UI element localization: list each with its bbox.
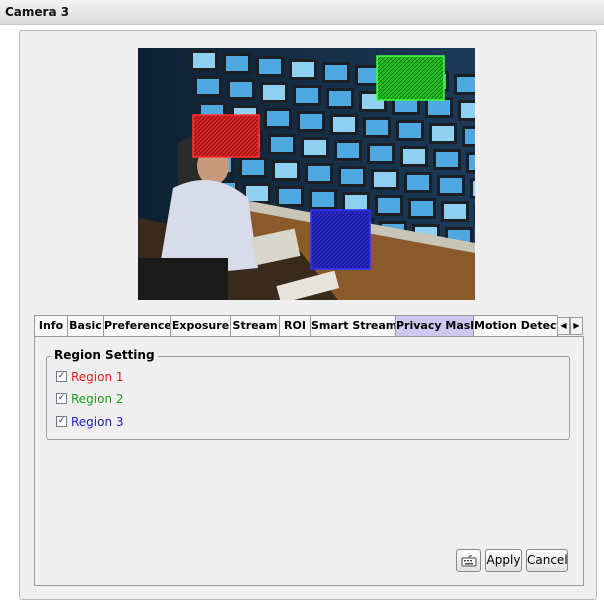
monitor-screen <box>197 79 219 94</box>
monitor-frame <box>474 204 475 225</box>
region-3-checkbox[interactable]: ✓ <box>56 416 67 427</box>
tab-motion-detection[interactable]: Motion Detecti <box>473 315 558 336</box>
keyboard-button[interactable] <box>456 549 481 572</box>
monitor-screen <box>271 137 293 152</box>
camera-preview[interactable] <box>138 48 475 300</box>
cancel-button[interactable]: Cancel <box>526 549 568 572</box>
tab-privacy-mask[interactable]: Privacy Mask <box>395 315 474 337</box>
monitor-screen <box>428 100 450 115</box>
monitor-screen <box>378 198 400 213</box>
monitor-screen <box>246 186 268 201</box>
monitor-screen <box>312 192 334 207</box>
monitor-screen <box>279 189 301 204</box>
window-title: Camera 3 <box>5 5 70 19</box>
monitor-screen <box>444 204 466 219</box>
tab-stream[interactable]: Stream <box>230 315 280 336</box>
tab-info[interactable]: Info <box>34 315 68 336</box>
tab-exposure[interactable]: Exposure <box>170 315 231 336</box>
window-titlebar: Camera 3 <box>0 0 604 25</box>
monitor-screen <box>457 77 475 92</box>
tab-smart-stream[interactable]: Smart Stream <box>310 315 396 336</box>
apply-button[interactable]: Apply <box>485 549 522 572</box>
monitor-screen <box>440 178 462 193</box>
keyboard-icon <box>461 555 476 567</box>
chevron-left-icon: ◀ <box>560 321 567 330</box>
region-2-checkbox[interactable]: ✓ <box>56 393 67 404</box>
monitor-screen <box>436 152 458 167</box>
monitor-screen <box>337 143 359 158</box>
monitor-screen <box>242 160 264 175</box>
monitor-screen <box>292 62 314 77</box>
monitor-screen <box>465 129 475 144</box>
monitor-screen <box>275 163 297 178</box>
monitor-screen <box>411 201 433 216</box>
monitor-screen <box>370 146 392 161</box>
region-setting-title: Region Setting <box>51 348 158 362</box>
region-1-checkbox[interactable]: ✓ <box>56 371 67 382</box>
monitor-screen <box>461 103 475 118</box>
monitor-screen <box>403 149 425 164</box>
tab-basic[interactable]: Basic <box>67 315 104 336</box>
chevron-right-icon: ▶ <box>573 321 580 330</box>
monitor-screen <box>366 120 388 135</box>
preview-scene-image <box>138 48 475 300</box>
tab-scroll-left-button[interactable]: ◀ <box>557 317 570 335</box>
monitor-screen <box>341 169 363 184</box>
monitor-screen <box>399 123 421 138</box>
settings-tab-strip: Info Basic Preference Exposure Stream RO… <box>34 315 583 337</box>
monitor-screen <box>304 140 326 155</box>
region-1-label: Region 1 <box>71 370 124 384</box>
monitor-screen <box>230 82 252 97</box>
tab-roi[interactable]: ROI <box>279 315 311 336</box>
monitor-screen <box>345 195 367 210</box>
monitor-screen <box>432 126 454 141</box>
monitor-screen <box>263 85 285 100</box>
monitor-screen <box>469 155 475 170</box>
tab-scroll-right-button[interactable]: ▶ <box>570 317 583 335</box>
monitor-screen <box>473 181 475 196</box>
monitor-screen <box>226 56 248 71</box>
region-2-label: Region 2 <box>71 392 124 406</box>
monitor-screen <box>193 53 215 68</box>
monitor-screen <box>374 172 396 187</box>
monitor-screen <box>407 175 429 190</box>
region-3-label: Region 3 <box>71 415 124 429</box>
monitor-screen <box>267 111 289 126</box>
monitor-screen <box>329 91 351 106</box>
monitor-screen <box>259 59 281 74</box>
tab-preference[interactable]: Preference <box>103 315 171 336</box>
monitor-screen <box>296 88 318 103</box>
region-setting-group <box>46 356 570 440</box>
monitor-screen <box>325 65 347 80</box>
monitor-screen <box>333 117 355 132</box>
monitor-screen <box>308 166 330 181</box>
monitor-screen <box>300 114 322 129</box>
